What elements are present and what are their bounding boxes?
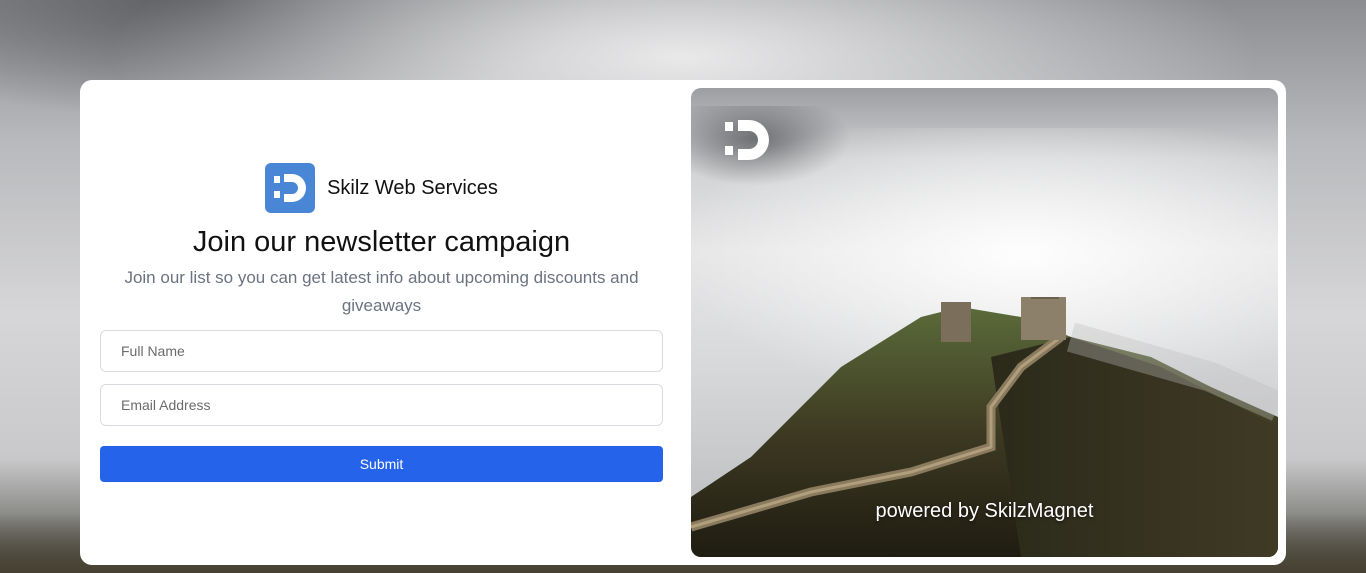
powered-by-caption: powered by SkilzMagnet bbox=[875, 500, 1094, 522]
submit-button[interactable]: Submit bbox=[100, 446, 663, 482]
email-input[interactable] bbox=[100, 384, 663, 426]
hero-image: powered by SkilzMagnet bbox=[691, 88, 1278, 557]
hero-logo-icon bbox=[725, 120, 769, 160]
newsletter-subtitle: Join our list so you can get latest info… bbox=[124, 268, 639, 315]
brand-name: Skilz Web Services bbox=[327, 176, 498, 199]
brand-header: Skilz Web Services bbox=[100, 163, 663, 213]
signup-panel: Skilz Web Services Join our newsletter c… bbox=[100, 80, 663, 565]
newsletter-title: Join our newsletter campaign bbox=[192, 226, 571, 258]
full-name-input[interactable] bbox=[100, 330, 663, 372]
newsletter-card: Skilz Web Services Join our newsletter c… bbox=[80, 80, 1286, 565]
brand-logo-icon bbox=[265, 163, 316, 213]
